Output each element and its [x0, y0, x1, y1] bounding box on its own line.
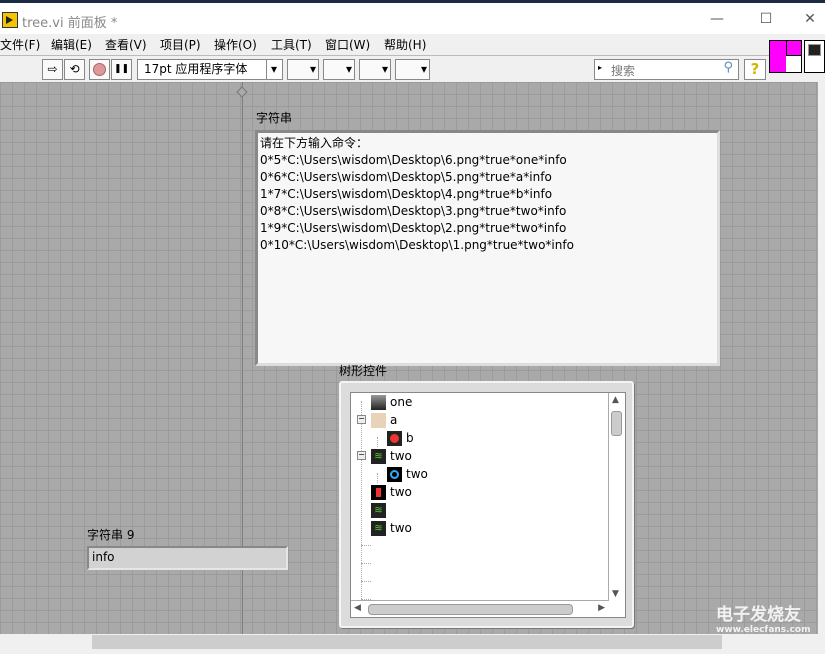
string-line: 1*7*C:\Users\wisdom\Desktop\4.png*true*b…: [260, 187, 553, 201]
string-label: 字符串: [256, 111, 293, 125]
tree-item-label: two: [390, 521, 412, 535]
title-bar: tree.vi 前面板 * — ☐ ✕: [0, 3, 825, 34]
abort-button[interactable]: [89, 59, 110, 80]
tree-guide: [361, 581, 371, 582]
wifi-icon: ≋: [371, 449, 386, 464]
scroll-thumb[interactable]: [368, 604, 573, 615]
tree-item[interactable]: a: [371, 411, 397, 429]
watermark-brand: 电子发烧友: [716, 605, 801, 625]
search-input[interactable]: 搜索: [611, 62, 635, 79]
tree-guide: [361, 545, 371, 546]
image-thumbnail-icon: [371, 395, 386, 410]
string-line: 请在下方输入命令：: [260, 136, 369, 150]
tree-label: 树形控件: [339, 364, 388, 378]
menu-file[interactable]: 文件(F): [0, 36, 40, 53]
string-control[interactable]: 请在下方输入命令： 0*5*C:\Users\wisdom\Desktop\6.…: [255, 130, 720, 366]
notification-badge-icon: [387, 431, 402, 446]
run-continuously-button[interactable]: ⟲: [64, 59, 85, 80]
tree-item-label: one: [390, 395, 413, 409]
resize-objects-button[interactable]: ▾: [359, 59, 391, 80]
scroll-left-icon[interactable]: ◀: [354, 603, 361, 613]
tree-item[interactable]: ≋ two: [371, 519, 412, 537]
menu-view[interactable]: 查看(V): [105, 36, 147, 53]
font-select-value: 17pt 应用程序字体: [144, 62, 248, 76]
scroll-thumb[interactable]: [611, 411, 622, 436]
tree-list[interactable]: one − a b − ≋ two two two ≋ ≋ two ▲ ▼ ◀ ▶: [350, 392, 626, 618]
vi-icon-pane[interactable]: [804, 40, 825, 73]
string-line: 0*6*C:\Users\wisdom\Desktop\5.png*true*a…: [260, 170, 552, 184]
tree-vertical-scrollbar[interactable]: ▲ ▼: [608, 393, 625, 601]
scroll-up-icon[interactable]: ▲: [612, 395, 619, 405]
scroll-right-icon[interactable]: ▶: [598, 603, 605, 613]
string-line: 0*5*C:\Users\wisdom\Desktop\6.png*true*o…: [260, 153, 567, 167]
menu-help[interactable]: 帮助(H): [384, 36, 426, 53]
maximize-button[interactable]: ☐: [751, 9, 781, 29]
tree-item[interactable]: b: [387, 429, 414, 447]
string-line: 0*10*C:\Users\wisdom\Desktop\1.png*true*…: [260, 238, 574, 252]
search-icon[interactable]: ⚲: [723, 60, 733, 75]
tree-guide: [377, 473, 378, 483]
search-scope-icon: ▸: [598, 63, 603, 72]
menu-bar: 文件(F) 编辑(E) 查看(V) 项目(P) 操作(O) 工具(T) 窗口(W…: [0, 34, 770, 54]
help-button[interactable]: ?: [744, 59, 766, 80]
reorder-button[interactable]: ▾: [395, 59, 430, 80]
panel-vertical-scrollbar[interactable]: [818, 82, 825, 634]
tree-item[interactable]: ≋: [371, 501, 390, 519]
connector-pane[interactable]: [769, 40, 802, 73]
labview-vi-icon: [2, 12, 18, 28]
avatar-icon: [371, 413, 386, 428]
stop-icon: [93, 63, 106, 76]
scroll-down-icon[interactable]: ▼: [612, 589, 619, 599]
tree-item[interactable]: two: [387, 465, 428, 483]
string-line: 1*9*C:\Users\wisdom\Desktop\2.png*true*t…: [260, 221, 567, 235]
tree-horizontal-scrollbar[interactable]: ◀ ▶: [351, 600, 609, 617]
origin-marker: [236, 86, 248, 98]
wifi-icon: ≋: [371, 521, 386, 536]
collapse-icon[interactable]: −: [357, 415, 366, 424]
pause-button[interactable]: ❚❚: [111, 59, 132, 80]
menu-edit[interactable]: 编辑(E): [51, 36, 92, 53]
tree-guide: [377, 437, 378, 447]
minimize-button[interactable]: —: [702, 9, 732, 29]
cloud-icon: [387, 467, 402, 482]
align-objects-button[interactable]: ▾: [287, 59, 319, 80]
collapse-icon[interactable]: −: [357, 451, 366, 460]
tree-item-label: b: [406, 431, 414, 445]
tree-item-label: two: [390, 485, 412, 499]
font-select[interactable]: 17pt 应用程序字体 ▾: [137, 59, 283, 80]
scroll-thumb[interactable]: [92, 635, 722, 649]
chevron-down-icon: ▾: [265, 60, 277, 79]
watermark-url: www.elecfans.com: [716, 625, 811, 635]
tree-item-label: two: [390, 449, 412, 463]
search-box[interactable]: ▸ 搜索 ⚲: [594, 59, 739, 80]
string9-control[interactable]: info: [87, 546, 288, 570]
menu-tools[interactable]: 工具(T): [271, 36, 312, 53]
front-panel-canvas: 字符串 请在下方输入命令： 0*5*C:\Users\wisdom\Deskto…: [0, 82, 818, 634]
tree-guide: [361, 563, 371, 564]
distribute-objects-button[interactable]: ▾: [323, 59, 355, 80]
wifi-icon: ≋: [371, 503, 386, 518]
panel-horizontal-scrollbar[interactable]: [0, 634, 825, 650]
tree-item[interactable]: ≋ two: [371, 447, 412, 465]
string9-label: 字符串 9: [87, 528, 135, 542]
pin-icon: [371, 485, 386, 500]
window-title: tree.vi 前面板 *: [22, 16, 118, 31]
tree-item-label: a: [390, 413, 398, 427]
watermark: 电子发烧友 www.elecfans.com: [680, 600, 810, 635]
tree-item[interactable]: one: [371, 393, 412, 411]
toolbar: ⇨ ⟲ ❚❚ 17pt 应用程序字体 ▾ ▾ ▾ ▾ ▾ ▸ 搜索 ⚲ ?: [0, 55, 770, 82]
tree-item[interactable]: two: [371, 483, 412, 501]
menu-operate[interactable]: 操作(O): [214, 36, 257, 53]
close-button[interactable]: ✕: [795, 9, 825, 29]
menu-window[interactable]: 窗口(W): [325, 36, 370, 53]
tree-guide: [361, 401, 362, 611]
tree-control[interactable]: one − a b − ≋ two two two ≋ ≋ two ▲ ▼ ◀ ▶: [339, 381, 634, 628]
run-button[interactable]: ⇨: [42, 59, 63, 80]
tree-item-label: two: [406, 467, 428, 481]
menu-project[interactable]: 项目(P): [160, 36, 201, 53]
string-line: 0*8*C:\Users\wisdom\Desktop\3.png*true*t…: [260, 204, 567, 218]
